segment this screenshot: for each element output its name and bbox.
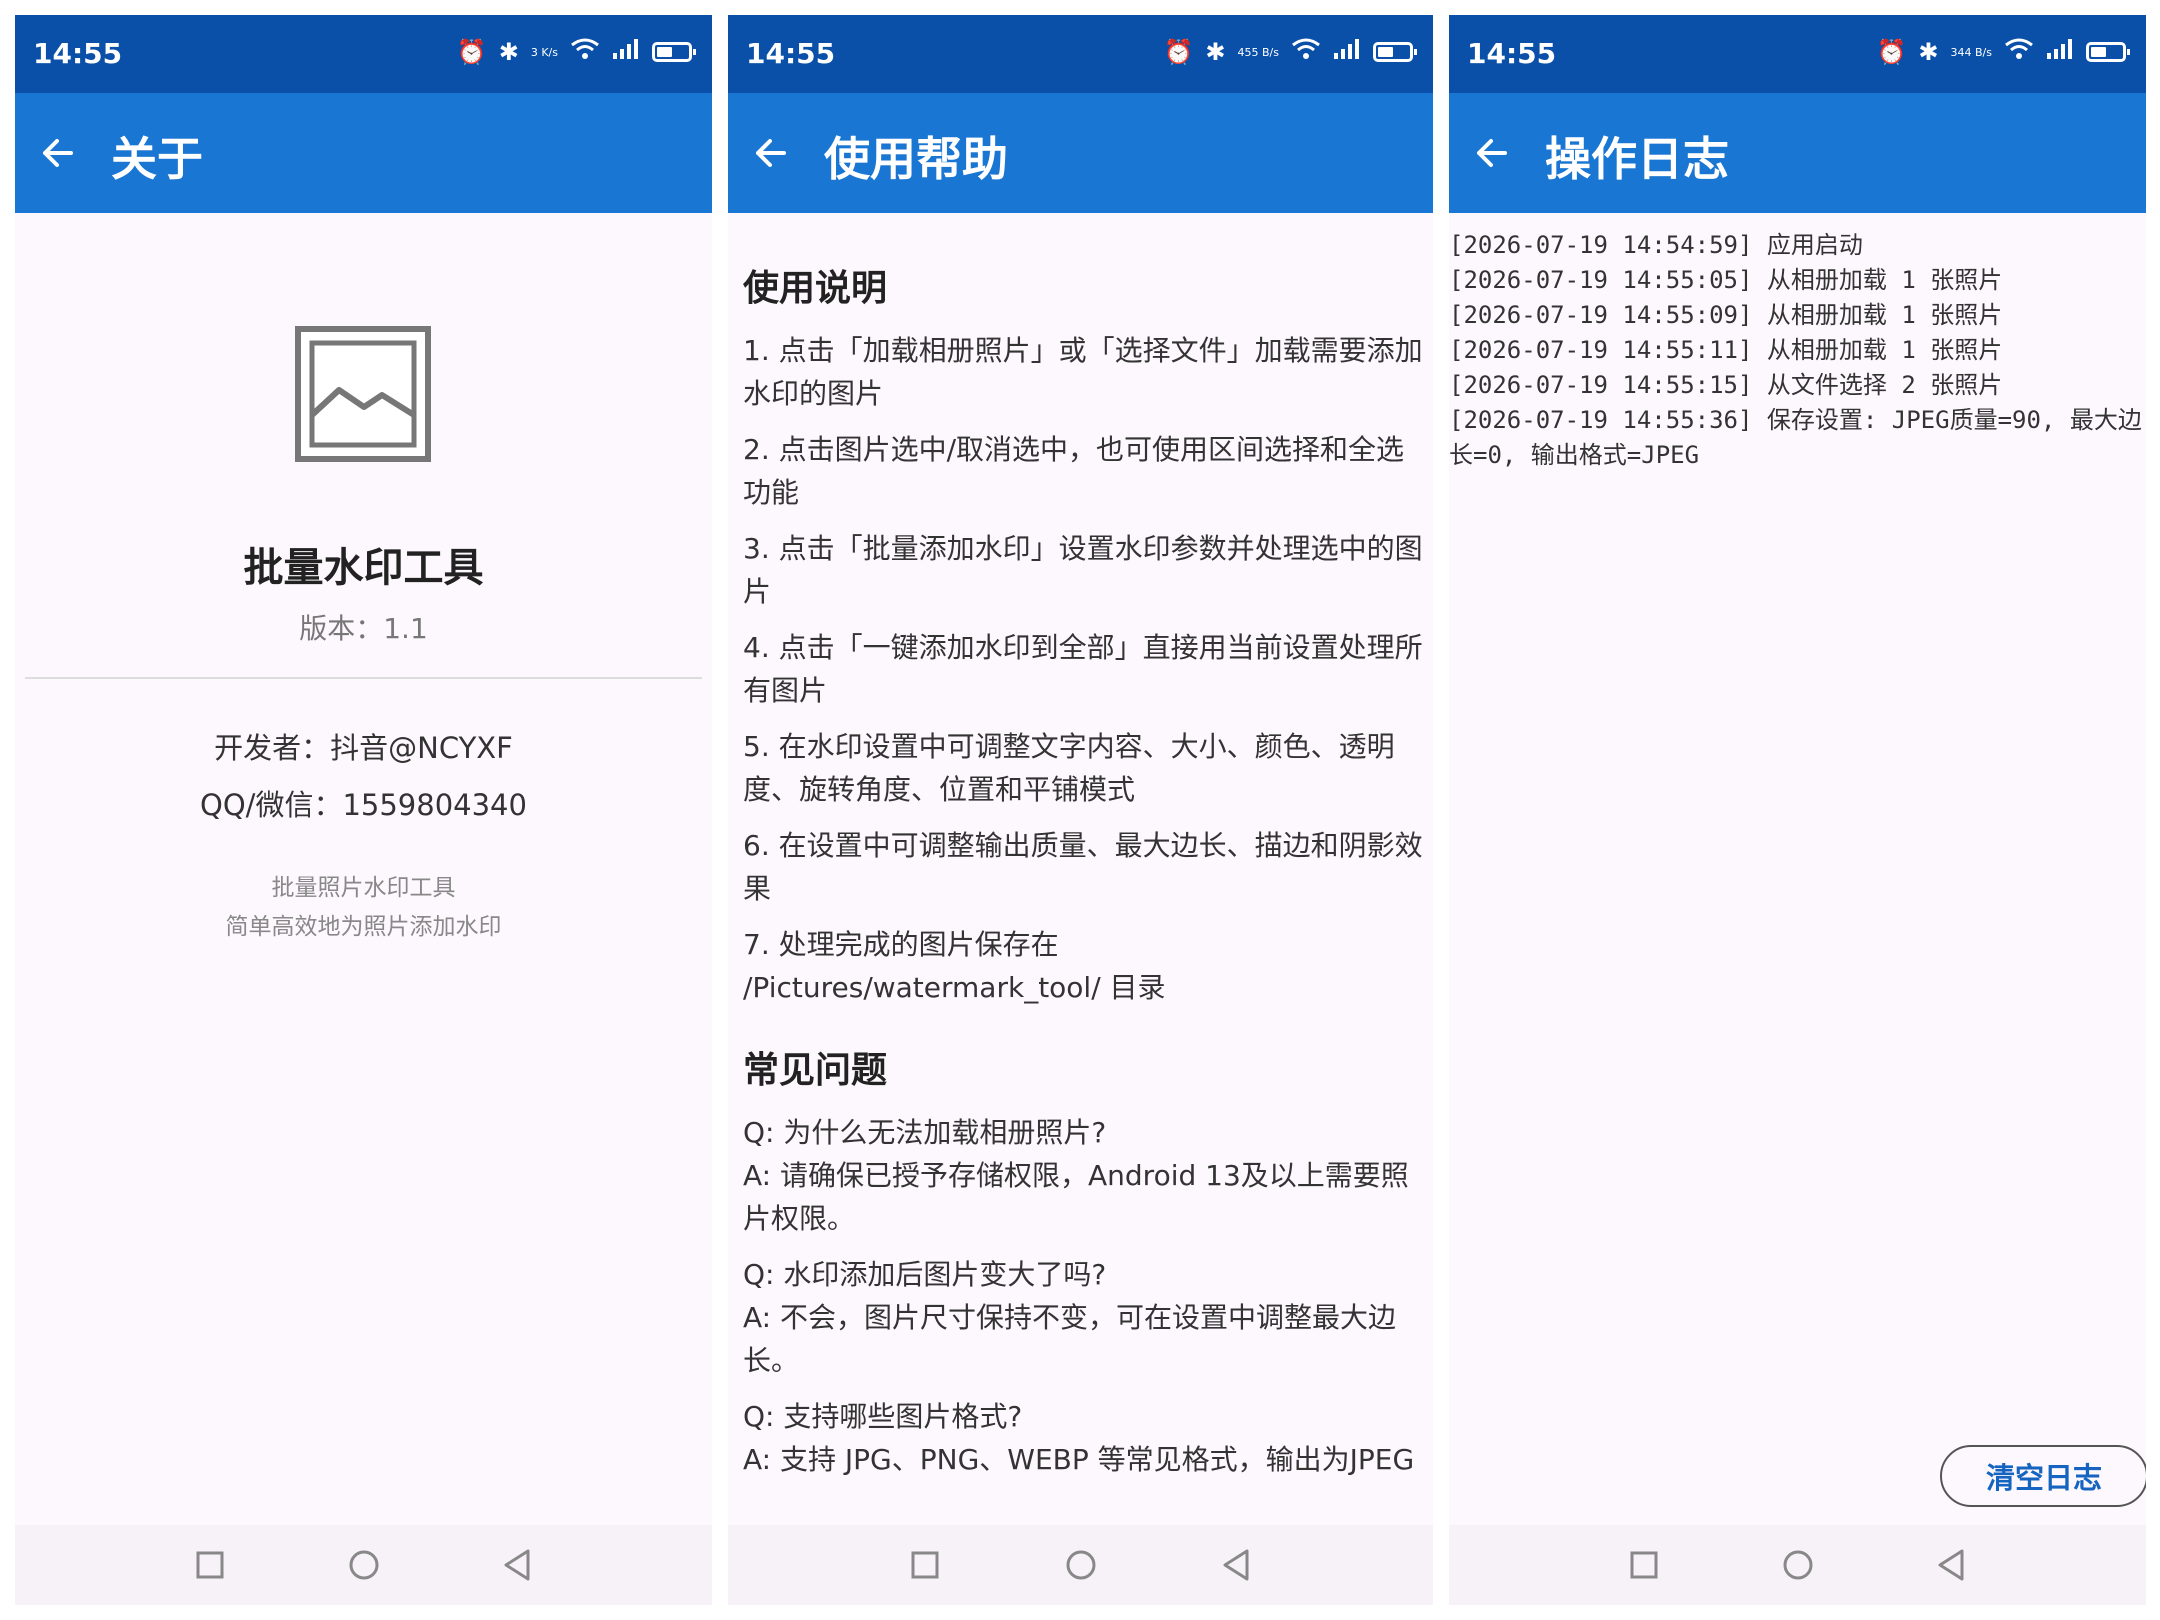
faq-answer: A: 请确保已授予存储权限，Android 13及以上需要照片权限。 — [743, 1159, 1409, 1235]
nav-recents-icon[interactable] — [1624, 1545, 1664, 1585]
usage-item: 5. 在水印设置中可调整文字内容、大小、颜色、透明度、旋转角度、位置和平铺模式 — [743, 730, 1395, 806]
net-speed: 344 B/s — [1950, 45, 1992, 59]
usage-item: 2. 点击图片选中/取消选中，也可使用区间选择和全选功能 — [743, 433, 1405, 509]
app-version: 版本：1.1 — [299, 612, 428, 645]
status-time: 14:55 — [746, 37, 836, 70]
faq-heading: 常见问题 — [743, 1050, 888, 1091]
description-line-1: 批量照片水印工具 — [271, 875, 456, 901]
image-placeholder-icon — [295, 326, 431, 462]
nav-bar — [1449, 1525, 2146, 1605]
status-time: 14:55 — [1467, 37, 1557, 70]
alarm-icon: ⏰ — [1163, 38, 1194, 66]
clear-log-button[interactable]: 清空日志 — [1940, 1445, 2146, 1507]
back-arrow-icon[interactable] — [31, 125, 87, 181]
back-arrow-icon[interactable] — [1465, 125, 1521, 181]
about-screen: 14:55 ⏰ ✱ 3 K/s 关于 批量水印工具 版本：1.1 开发者：抖音@… — [15, 15, 712, 1605]
divider — [25, 677, 702, 679]
nav-bar — [728, 1525, 1433, 1605]
signal-icon — [1333, 38, 1361, 66]
nav-bar — [15, 1525, 712, 1605]
net-speed: 3 K/s — [530, 45, 558, 59]
log-entry: [2026-07-19 14:55:11] 从相册加载 1 张照片 — [1449, 336, 2003, 364]
log-screen: 14:55 ⏰ ✱ 344 B/s 操作日志 [2026-07-19 14:54… — [1449, 15, 2146, 1605]
nav-back-icon[interactable] — [498, 1545, 538, 1585]
bluetooth-icon: ✱ — [1205, 38, 1226, 66]
log-entry: [2026-07-19 14:55:36] 保存设置: JPEG质量=90, 最… — [1449, 406, 2142, 469]
app-name: 批量水印工具 — [243, 545, 484, 591]
page-title: 使用帮助 — [824, 132, 1008, 186]
usage-item: 6. 在设置中可调整输出质量、最大边长、描边和阴影效果 — [743, 829, 1423, 905]
battery-icon — [2086, 42, 2130, 62]
nav-home-icon[interactable] — [1778, 1545, 1818, 1585]
page-title: 操作日志 — [1545, 132, 1729, 186]
log-entry: [2026-07-19 14:54:59] 应用启动 — [1449, 231, 1863, 259]
bluetooth-icon: ✱ — [1918, 38, 1939, 66]
log-entry: [2026-07-19 14:55:05] 从相册加载 1 张照片 — [1449, 266, 2003, 294]
nav-home-icon[interactable] — [1061, 1545, 1101, 1585]
nav-back-icon[interactable] — [1932, 1545, 1972, 1585]
signal-icon — [2046, 38, 2074, 66]
help-screen: 14:55 ⏰ ✱ 455 B/s 使用帮助 使用说明 1. 点击「加载相册照片… — [728, 15, 1433, 1605]
usage-item: 7. 处理完成的图片保存在 /Pictures/watermark_tool/ … — [743, 928, 1166, 1004]
alarm-icon: ⏰ — [456, 38, 487, 66]
usage-item: 4. 点击「一键添加水印到全部」直接用当前设置处理所有图片 — [743, 631, 1423, 707]
battery-icon — [1373, 42, 1417, 62]
status-bar: 14:55 ⏰ ✱ 344 B/s — [1449, 15, 2146, 93]
status-time: 14:55 — [33, 37, 123, 70]
signal-icon — [612, 38, 640, 66]
status-icons: ⏰ ✱ 455 B/s — [1163, 37, 1417, 67]
usage-heading: 使用说明 — [743, 268, 888, 309]
faq-item: Q: 为什么无法加载相册照片? A: 请确保已授予存储权限，Android 13及… — [743, 1111, 1423, 1240]
faq-question: Q: 水印添加后图片变大了吗? — [743, 1258, 1107, 1291]
wifi-icon — [2004, 37, 2034, 67]
help-content[interactable]: 使用说明 1. 点击「加载相册照片」或「选择文件」加载需要添加水印的图片 2. … — [743, 245, 1423, 1497]
status-bar: 14:55 ⏰ ✱ 455 B/s — [728, 15, 1433, 93]
log-entry: [2026-07-19 14:55:09] 从相册加载 1 张照片 — [1449, 301, 2003, 329]
faq-item: Q: 水印添加后图片变大了吗? A: 不会，图片尺寸保持不变，可在设置中调整最大边… — [743, 1253, 1423, 1382]
app-bar: 操作日志 — [1449, 93, 2146, 213]
bluetooth-icon: ✱ — [498, 38, 519, 66]
faq-item: Q: 支持哪些图片格式? A: 支持 JPG、PNG、WEBP 等常见格式，输出为… — [743, 1395, 1423, 1481]
page-title: 关于 — [111, 132, 203, 186]
wifi-icon — [1291, 37, 1321, 67]
log-entry: [2026-07-19 14:55:15] 从文件选择 2 张照片 — [1449, 371, 2003, 399]
faq-answer: A: 支持 JPG、PNG、WEBP 等常见格式，输出为JPEG — [743, 1443, 1415, 1476]
status-icons: ⏰ ✱ 344 B/s — [1876, 37, 2130, 67]
battery-icon — [652, 42, 696, 62]
app-bar: 关于 — [15, 93, 712, 213]
log-list[interactable]: [2026-07-19 14:54:59] 应用启动 [2026-07-19 1… — [1449, 228, 2142, 473]
nav-home-icon[interactable] — [344, 1545, 384, 1585]
faq-question: Q: 为什么无法加载相册照片? — [743, 1116, 1107, 1149]
faq-question: Q: 支持哪些图片格式? — [743, 1400, 1023, 1433]
back-arrow-icon[interactable] — [744, 125, 800, 181]
wifi-icon — [570, 37, 600, 67]
nav-recents-icon[interactable] — [905, 1545, 945, 1585]
description-line-2: 简单高效地为照片添加水印 — [225, 914, 502, 940]
usage-item: 1. 点击「加载相册照片」或「选择文件」加载需要添加水印的图片 — [743, 334, 1423, 410]
contact-text: QQ/微信：1559804340 — [200, 788, 527, 822]
faq-answer: A: 不会，图片尺寸保持不变，可在设置中调整最大边长。 — [743, 1301, 1396, 1377]
app-bar: 使用帮助 — [728, 93, 1433, 213]
nav-recents-icon[interactable] — [190, 1545, 230, 1585]
status-bar: 14:55 ⏰ ✱ 3 K/s — [15, 15, 712, 93]
status-icons: ⏰ ✱ 3 K/s — [456, 37, 696, 67]
developer-text: 开发者：抖音@NCYXF — [214, 731, 513, 765]
nav-back-icon[interactable] — [1217, 1545, 1257, 1585]
alarm-icon: ⏰ — [1876, 38, 1907, 66]
usage-item: 3. 点击「批量添加水印」设置水印参数并处理选中的图片 — [743, 532, 1423, 608]
net-speed: 455 B/s — [1237, 45, 1279, 59]
